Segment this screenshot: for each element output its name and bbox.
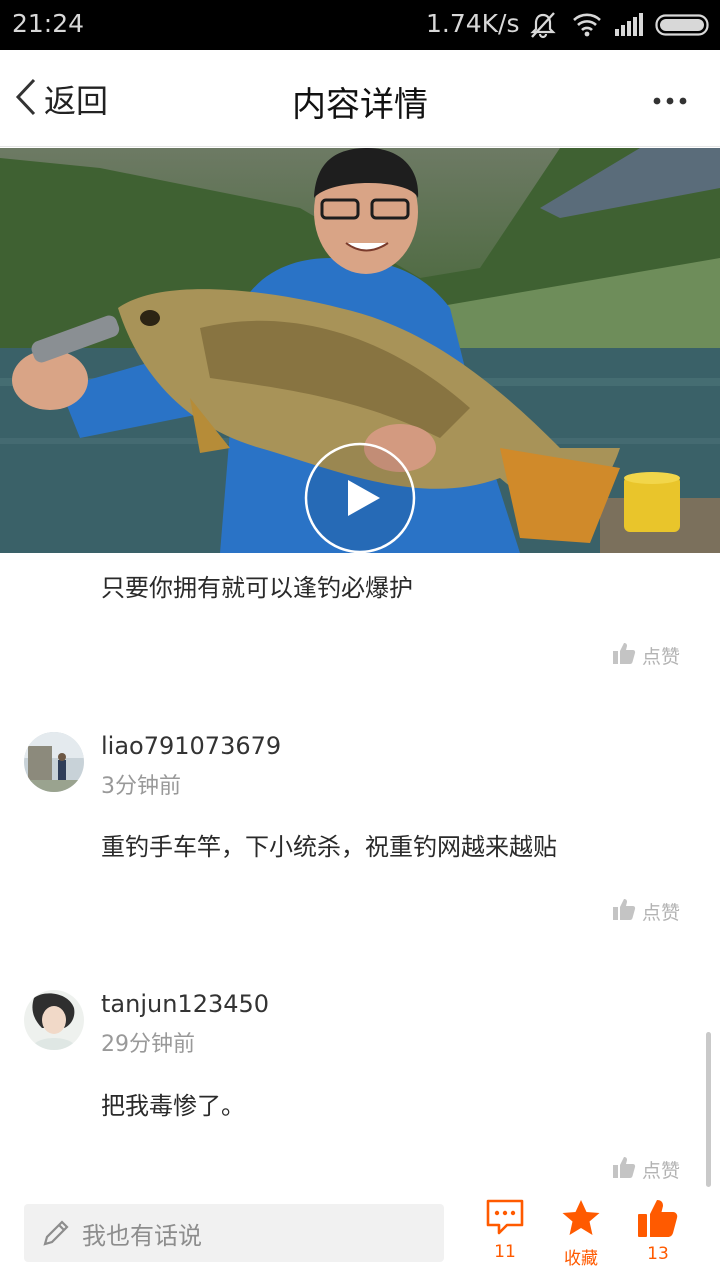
comments-button[interactable]: 11 <box>470 1198 540 1262</box>
avatar[interactable] <box>24 732 84 792</box>
comment-icon <box>485 1199 525 1240</box>
like-count: 13 <box>647 1244 669 1264</box>
thumbs-up-icon <box>612 897 636 925</box>
comment-text: 把我毒惨了。 <box>101 1092 245 1120</box>
thumbs-up-icon <box>612 1155 636 1183</box>
app-header: 返回 内容详情 <box>0 50 720 147</box>
like-button[interactable]: 点赞 <box>612 898 680 924</box>
like-label: 点赞 <box>642 645 681 668</box>
status-time: 21:24 <box>12 9 85 38</box>
video-player[interactable] <box>0 148 720 553</box>
thumbs-up-icon <box>637 1200 679 1242</box>
comment-username[interactable]: liao791073679 <box>101 732 281 760</box>
avatar[interactable] <box>24 990 84 1050</box>
signal-icon <box>614 11 646 41</box>
comment-input[interactable]: 我也有话说 <box>24 1204 444 1262</box>
comment-time: 29分钟前 <box>101 1032 195 1057</box>
favorite-button[interactable]: 收藏 <box>546 1198 616 1269</box>
comment-text: 重钓手车竿，下小统杀，祝重钓网越来越贴 <box>101 833 557 861</box>
like-button[interactable]: 点赞 <box>612 1156 680 1182</box>
wifi-icon <box>572 11 602 41</box>
more-dots-icon[interactable] <box>652 92 692 105</box>
like-post-button[interactable]: 13 <box>623 1198 693 1264</box>
bottom-action-bar: 我也有话说 11 收藏 13 <box>0 1188 720 1280</box>
mute-icon <box>528 11 558 43</box>
comment-count: 11 <box>494 1242 516 1262</box>
comment-time: 3分钟前 <box>101 774 181 799</box>
star-icon <box>560 1200 602 1242</box>
post-text: 只要你拥有就可以逢钓必爆护 <box>101 574 413 602</box>
like-button[interactable]: 点赞 <box>612 642 680 668</box>
comment-input-placeholder: 我也有话说 <box>82 1221 202 1250</box>
like-label: 点赞 <box>642 1159 681 1182</box>
battery-icon <box>655 14 711 40</box>
page-title: 内容详情 <box>292 85 428 125</box>
thumbs-up-icon <box>612 641 636 669</box>
scrollbar[interactable] <box>706 1032 711 1187</box>
status-bar: 21:24 1.74K/s <box>0 0 720 50</box>
favorite-label: 收藏 <box>564 1249 598 1269</box>
network-speed: 1.74K/s <box>426 9 520 38</box>
comment-username[interactable]: tanjun123450 <box>101 990 269 1018</box>
play-icon[interactable] <box>304 442 416 553</box>
pencil-icon <box>40 1217 72 1249</box>
like-label: 点赞 <box>642 901 681 924</box>
